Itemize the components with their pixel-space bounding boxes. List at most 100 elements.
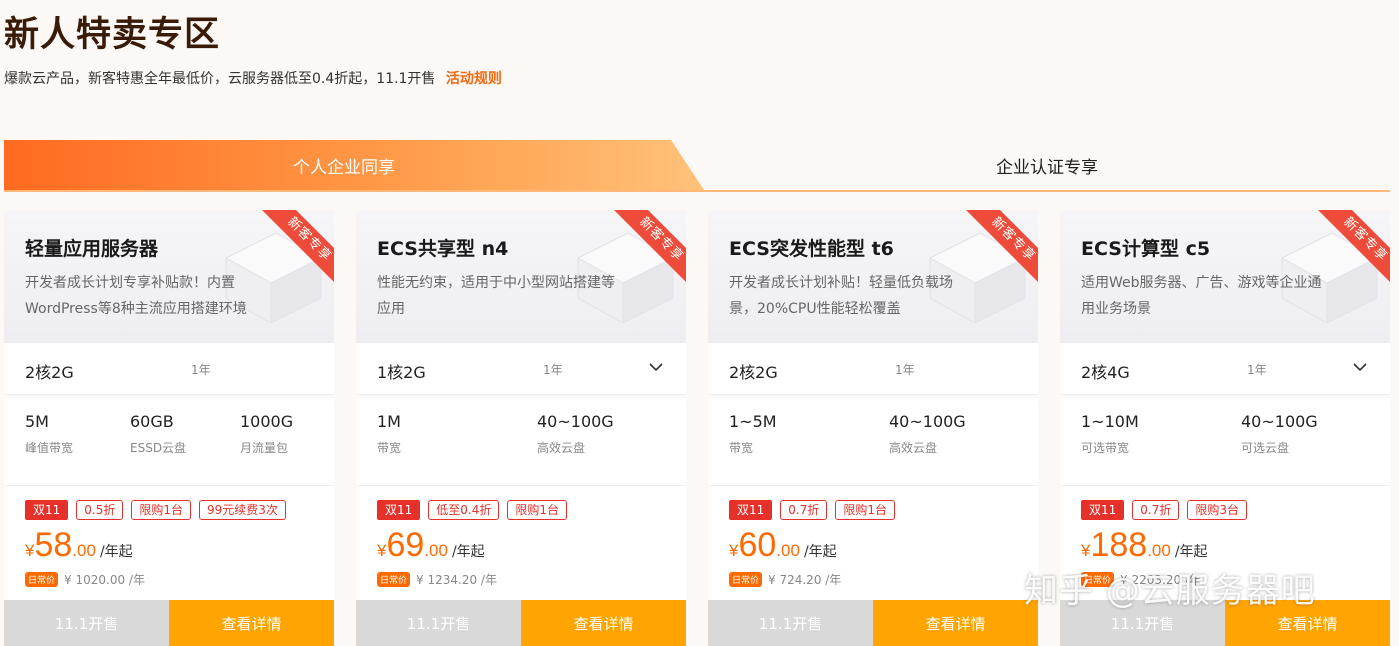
- renewal-tag: 99元续费3次: [199, 500, 286, 520]
- normal-price-line: 日常价 ¥ 1020.00 /年: [25, 571, 145, 588]
- sale-date-button[interactable]: 11.1开售: [708, 600, 873, 646]
- card-actions: 11.1开售 查看详情: [356, 600, 686, 646]
- feature-item: 40~100G 高效云盘: [889, 412, 966, 456]
- card-header: 新客专享 ECS计算型 c5 适用Web服务器、广告、游戏等企业通用业务场景: [1060, 210, 1390, 343]
- feature-item: 1000G 月流量包: [240, 412, 293, 456]
- feature-item: 40~100G 可选云盘: [1241, 412, 1318, 456]
- card-description: 开发者成长计划专享补贴款！内置WordPress等8种主流应用搭建环境: [25, 275, 247, 317]
- promo-tag: 双11: [729, 500, 773, 520]
- tag-list: 双11 0.7折 限购1台: [729, 500, 896, 520]
- sale-date-button[interactable]: 11.1开售: [4, 600, 169, 646]
- feature-list: 5M 峰值带宽 60GB ESSD云盘 1000G 月流量包: [4, 400, 334, 484]
- price-integer: 60: [738, 526, 777, 564]
- card-header: 新客专享 轻量应用服务器 开发者成长计划专享补贴款！内置WordPress等8种…: [4, 210, 334, 343]
- feature-list: 1~10M 可选带宽 40~100G 可选云盘: [1060, 400, 1390, 484]
- normal-price: ¥ 724.20 /年: [768, 573, 842, 587]
- feature-label: 高效云盘: [537, 441, 586, 455]
- normal-price-line: 日常价 ¥ 724.20 /年: [729, 571, 841, 588]
- promo-tag: 双11: [1081, 500, 1125, 520]
- price: ¥69.00/年起: [377, 526, 485, 564]
- page-title: 新人特卖专区: [4, 15, 221, 55]
- card-header: 新客专享 ECS共享型 n4 性能无约束，适用于中小型网站搭建等应用: [356, 210, 686, 343]
- card-header: 新客专享 ECS突发性能型 t6 开发者成长计划补贴！轻量低负载场景，20%CP…: [708, 210, 1038, 343]
- feature-value: 40~100G: [1241, 412, 1318, 431]
- card-title: 轻量应用服务器: [25, 238, 159, 260]
- view-details-button[interactable]: 查看详情: [169, 600, 334, 646]
- duration-value: 1年: [543, 363, 563, 377]
- limit-tag: 限购3台: [1187, 500, 1248, 520]
- normal-price: ¥ 1234.20 /年: [416, 573, 497, 587]
- price: ¥188.00/年起: [1081, 526, 1208, 564]
- price-integer: 188: [1090, 526, 1148, 564]
- card-actions: 11.1开售 查看详情: [4, 600, 334, 646]
- spec-value: 2核2G: [25, 363, 74, 382]
- chevron-down-icon[interactable]: [1352, 359, 1368, 375]
- card-title: ECS突发性能型 t6: [729, 238, 894, 260]
- card-description: 性能无约束，适用于中小型网站搭建等应用: [377, 275, 615, 317]
- price-area: 双11 0.7折 限购1台 ¥60.00/年起 日常价 ¥ 724.20 /年: [708, 485, 1038, 600]
- feature-label: 可选云盘: [1241, 441, 1290, 455]
- spec-selector[interactable]: 1核2G 1年: [356, 343, 686, 395]
- spec-value: 2核2G: [729, 363, 778, 382]
- audience-tabs: 个人企业同享 企业认证专享: [4, 140, 1390, 192]
- feature-value: 1~10M: [1081, 412, 1139, 431]
- feature-value: 60GB: [130, 412, 174, 431]
- spec-selector[interactable]: 2核4G 1年: [1060, 343, 1390, 395]
- feature-list: 1~5M 带宽 40~100G 高效云盘: [708, 400, 1038, 484]
- price-integer: 58: [34, 526, 73, 564]
- price-integer: 69: [386, 526, 425, 564]
- duration-value: 1年: [191, 363, 211, 377]
- card-description: 开发者成长计划补贴！轻量低负载场景，20%CPU性能轻松覆盖: [729, 275, 953, 317]
- discount-tag: 0.5折: [76, 500, 124, 520]
- normal-price: ¥ 1020.00 /年: [64, 573, 145, 587]
- limit-tag: 限购1台: [507, 500, 568, 520]
- view-details-button[interactable]: 查看详情: [521, 600, 686, 646]
- normal-price-badge: 日常价: [25, 572, 59, 587]
- card-description: 适用Web服务器、广告、游戏等企业通用业务场景: [1081, 275, 1322, 317]
- price-area: 双11 低至0.4折 限购1台 ¥69.00/年起 日常价 ¥ 1234.20 …: [356, 485, 686, 600]
- discount-tag: 0.7折: [780, 500, 828, 520]
- feature-value: 1~5M: [729, 412, 777, 431]
- feature-label: ESSD云盘: [130, 441, 187, 455]
- activity-rules-link[interactable]: 活动规则: [446, 71, 502, 87]
- spec-value: 1核2G: [377, 363, 426, 382]
- feature-value: 5M: [25, 412, 49, 431]
- limit-tag: 限购1台: [835, 500, 896, 520]
- feature-value: 40~100G: [537, 412, 614, 431]
- tab-personal-enterprise[interactable]: 个人企业同享: [4, 140, 704, 190]
- normal-price-badge: 日常价: [729, 572, 763, 587]
- duration-value: 1年: [1247, 363, 1267, 377]
- product-card: 新客专享 ECS共享型 n4 性能无约束，适用于中小型网站搭建等应用 1核2G …: [356, 210, 686, 646]
- sale-date-button[interactable]: 11.1开售: [356, 600, 521, 646]
- feature-item: 1~5M 带宽: [729, 412, 777, 456]
- card-actions: 11.1开售 查看详情: [708, 600, 1038, 646]
- feature-label: 峰值带宽: [25, 441, 74, 455]
- feature-label: 带宽: [377, 441, 402, 455]
- tab-enterprise-certified[interactable]: 企业认证专享: [704, 140, 1390, 190]
- feature-value: 1M: [377, 412, 401, 431]
- limit-tag: 限购1台: [131, 500, 192, 520]
- duration-value: 1年: [895, 363, 915, 377]
- feature-value: 40~100G: [889, 412, 966, 431]
- tag-list: 双11 0.5折 限购1台 99元续费3次: [25, 500, 286, 520]
- spec-selector[interactable]: 2核2G 1年: [4, 343, 334, 395]
- feature-item: 1~10M 可选带宽: [1081, 412, 1139, 456]
- feature-item: 1M 带宽: [377, 412, 401, 456]
- promo-tag: 双11: [25, 500, 69, 520]
- spec-value: 2核4G: [1081, 363, 1130, 382]
- view-details-button[interactable]: 查看详情: [873, 600, 1038, 646]
- feature-value: 1000G: [240, 412, 294, 431]
- feature-label: 月流量包: [240, 441, 289, 455]
- spec-selector[interactable]: 2核2G 1年: [708, 343, 1038, 395]
- feature-item: 40~100G 高效云盘: [537, 412, 614, 456]
- promo-tag: 双11: [377, 500, 421, 520]
- feature-list: 1M 带宽 40~100G 高效云盘: [356, 400, 686, 484]
- feature-label: 高效云盘: [889, 441, 938, 455]
- tag-list: 双11 低至0.4折 限购1台: [377, 500, 568, 520]
- feature-label: 带宽: [729, 441, 754, 455]
- chevron-down-icon[interactable]: [648, 359, 664, 375]
- product-card: 新客专享 轻量应用服务器 开发者成长计划专享补贴款！内置WordPress等8种…: [4, 210, 334, 646]
- discount-tag: 低至0.4折: [428, 500, 500, 520]
- normal-price-line: 日常价 ¥ 1234.20 /年: [377, 571, 497, 588]
- zhihu-watermark: 知乎 @云服务器吧: [1024, 571, 1316, 611]
